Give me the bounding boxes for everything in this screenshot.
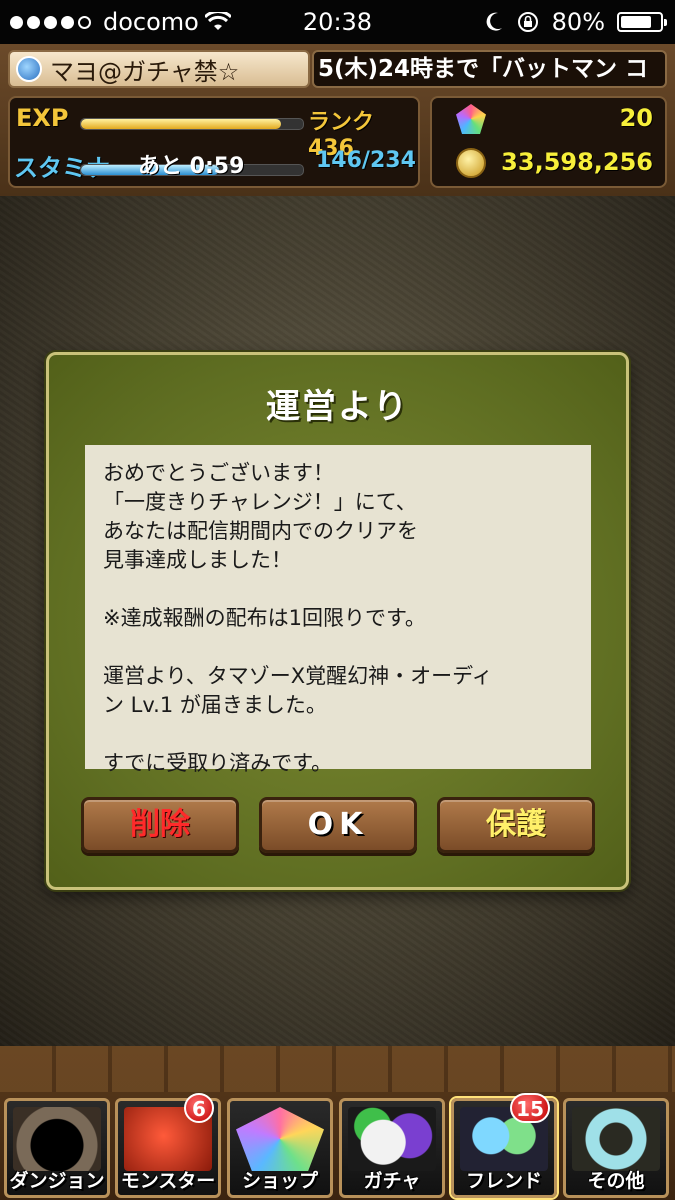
battery-percent: 80% (551, 8, 605, 36)
battery-fill (621, 16, 652, 28)
question-mark-icon (572, 1107, 660, 1171)
magic-stone-icon (456, 104, 486, 134)
player-name-bar[interactable]: マヨ@ガチャ禁☆ (8, 50, 310, 88)
nav-item-gacha[interactable]: ガチャ (339, 1098, 445, 1198)
nav-item-friend[interactable]: 15 フレンド (451, 1093, 557, 1198)
exp-bar (80, 118, 304, 130)
moon-icon (486, 12, 502, 31)
nav-label: ダンジョン (9, 1170, 105, 1192)
magic-stone-icon (236, 1107, 324, 1171)
nav-label: その他 (587, 1170, 645, 1192)
monster-count-badge: 6 (184, 1093, 214, 1123)
magic-stone-count: 20 (619, 104, 653, 132)
status-bar: docomo 20:38 80% (0, 0, 675, 44)
stamina-timer: あと 0:59 (138, 154, 245, 179)
friend-count-badge: 15 (510, 1093, 550, 1123)
nav-label: モンスター (120, 1170, 216, 1192)
player-badge-icon (16, 56, 42, 82)
nav-label: ガチャ (363, 1170, 421, 1192)
player-stats-panel: EXP ランク 436 スタミナ あと 0:59 146/234 (8, 96, 420, 188)
game-header: マヨ@ガチャ禁☆ 5(木)24時まで「バットマン コ EXP ランク 436 ス… (0, 44, 675, 196)
delete-button[interactable]: 削除 (81, 797, 239, 853)
nav-item-monster[interactable]: 6 モンスター (115, 1093, 221, 1198)
message-paragraph: ※達成報酬の配布は1回限りです。 (103, 606, 426, 630)
stamina-value: 146/234 (316, 148, 416, 173)
message-paragraph: 運営より、タマゾーX覚醒幻神・オーディ ン Lv.1 が届きました。 (103, 664, 493, 717)
nav-item-shop[interactable]: ショップ (227, 1098, 333, 1198)
dialog-title: 運営より (265, 387, 410, 427)
bottom-nav: ダンジョン 6 モンスター ショップ ガチャ 15 フレンド その他 (0, 1046, 675, 1200)
nav-label: ショップ (241, 1170, 318, 1192)
battery-icon (617, 12, 667, 32)
news-ticker[interactable]: 5(木)24時まで「バットマン コ (312, 50, 667, 88)
egg-icon (348, 1107, 436, 1171)
ok-button[interactable]: OK (259, 797, 417, 853)
nav-label: フレンド (465, 1170, 542, 1192)
resources-panel: 20 33,598,256 (430, 96, 667, 188)
nav-item-dungeon[interactable]: ダンジョン (4, 1098, 110, 1198)
coin-count: 33,598,256 (501, 148, 653, 176)
protect-button[interactable]: 保護 (437, 797, 595, 853)
status-right: 80% (484, 8, 667, 36)
player-name: マヨ@ガチャ禁☆ (50, 57, 240, 86)
coin-icon (456, 148, 486, 178)
exp-label: EXP (16, 104, 69, 132)
message-body: おめでとうございます！ 「一度きりチャレンジ！」にて、 あなたは配信期間内でのク… (85, 445, 591, 775)
exp-bar-fill (81, 119, 281, 129)
rotation-lock-icon (517, 12, 538, 32)
message-dialog: 運営より おめでとうございます！ 「一度きりチャレンジ！」にて、 あなたは配信期… (46, 352, 629, 890)
message-paragraph: おめでとうございます！ 「一度きりチャレンジ！」にて、 あなたは配信期間内でのク… (103, 461, 418, 572)
nav-item-other[interactable]: その他 (563, 1098, 669, 1198)
message-paragraph: すでに受取り済みです。 (103, 751, 333, 775)
dungeon-gate-icon (13, 1107, 101, 1171)
